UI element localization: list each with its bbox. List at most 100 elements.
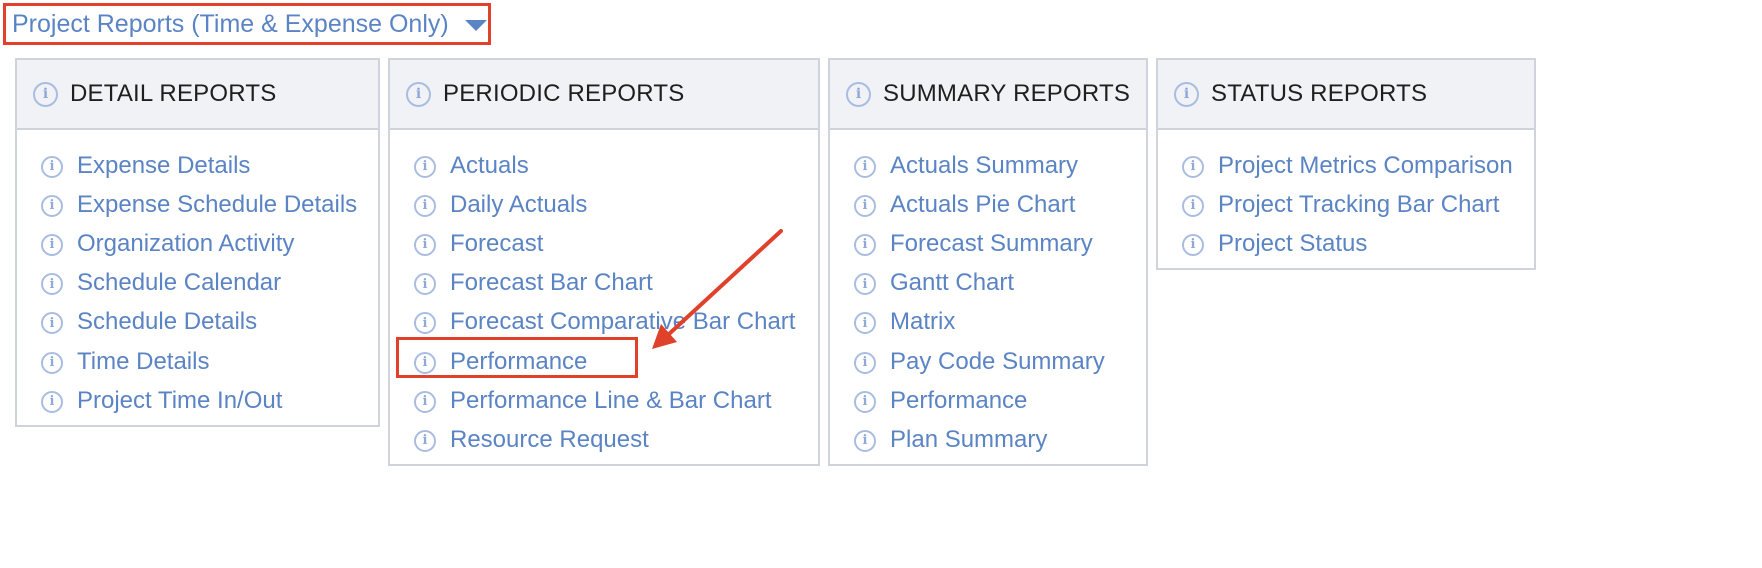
info-icon[interactable]: i bbox=[1182, 194, 1204, 217]
info-icon[interactable]: i bbox=[414, 351, 436, 374]
report-link[interactable]: Plan Summary bbox=[890, 426, 1047, 454]
report-item-actuals[interactable]: i Actuals bbox=[390, 146, 818, 185]
info-icon[interactable]: i bbox=[41, 390, 63, 413]
info-icon[interactable]: i bbox=[33, 81, 58, 107]
report-link[interactable]: Gantt Chart bbox=[890, 269, 1014, 297]
info-icon[interactable]: i bbox=[414, 233, 436, 256]
report-item-performance[interactable]: i Performance bbox=[390, 342, 818, 381]
info-icon[interactable]: i bbox=[854, 233, 876, 256]
report-item-expense-details[interactable]: i Expense Details bbox=[17, 146, 378, 185]
info-icon[interactable]: i bbox=[1174, 81, 1199, 107]
report-link[interactable]: Organization Activity bbox=[77, 230, 294, 258]
chevron-down-icon[interactable] bbox=[464, 20, 487, 31]
report-list: i Actuals i Daily Actuals i Forecast i Forec… bbox=[390, 130, 818, 460]
report-link[interactable]: Project Tracking Bar Chart bbox=[1218, 191, 1499, 219]
report-link[interactable]: Matrix bbox=[890, 308, 955, 336]
report-item-project-metrics-comparison[interactable]: i Project Metrics Comparison bbox=[1158, 146, 1534, 185]
report-item-project-status[interactable]: i Project Status bbox=[1158, 224, 1534, 263]
detail-reports-panel: i DETAIL REPORTS i Expense Details i Expen… bbox=[15, 58, 380, 427]
report-item-expense-schedule-details[interactable]: i Expense Schedule Details bbox=[17, 185, 378, 224]
summary-reports-panel: i SUMMARY REPORTS i Actuals Summary i Actu… bbox=[828, 58, 1148, 466]
report-link[interactable]: Performance bbox=[890, 387, 1027, 415]
report-item-organization-activity[interactable]: i Organization Activity bbox=[17, 224, 378, 263]
report-list: i Expense Details i Expense Schedule Detai… bbox=[17, 130, 378, 420]
report-link[interactable]: Forecast Bar Chart bbox=[450, 269, 653, 297]
report-link[interactable]: Actuals bbox=[450, 152, 529, 180]
info-icon[interactable]: i bbox=[854, 351, 876, 374]
report-link[interactable]: Expense Details bbox=[77, 152, 250, 180]
report-item-schedule-details[interactable]: i Schedule Details bbox=[17, 303, 378, 342]
report-item-schedule-calendar[interactable]: i Schedule Calendar bbox=[17, 264, 378, 303]
report-link[interactable]: Pay Code Summary bbox=[890, 348, 1105, 376]
report-item-gantt-chart[interactable]: i Gantt Chart bbox=[830, 264, 1146, 303]
info-icon[interactable]: i bbox=[1182, 155, 1204, 178]
report-link[interactable]: Forecast bbox=[450, 230, 543, 258]
info-icon[interactable]: i bbox=[854, 429, 876, 452]
report-link[interactable]: Project Metrics Comparison bbox=[1218, 152, 1513, 180]
info-icon[interactable]: i bbox=[854, 390, 876, 413]
report-item-resource-request[interactable]: i Resource Request bbox=[390, 420, 818, 459]
report-link[interactable]: Forecast Comparative Bar Chart bbox=[450, 308, 795, 336]
panel-header: i STATUS REPORTS bbox=[1158, 60, 1534, 130]
report-link[interactable]: Project Time In/Out bbox=[77, 387, 282, 415]
report-item-actuals-pie-chart[interactable]: i Actuals Pie Chart bbox=[830, 185, 1146, 224]
panel-header: i DETAIL REPORTS bbox=[17, 60, 378, 130]
report-link[interactable]: Schedule Details bbox=[77, 308, 257, 336]
info-icon[interactable]: i bbox=[41, 273, 63, 296]
report-item-project-time-in-out[interactable]: i Project Time In/Out bbox=[17, 381, 378, 420]
report-type-label: Project Reports (Time & Expense Only) bbox=[12, 9, 449, 38]
report-item-pay-code-summary[interactable]: i Pay Code Summary bbox=[830, 342, 1146, 381]
panel-title: PERIODIC REPORTS bbox=[443, 80, 685, 107]
panel-header: i SUMMARY REPORTS bbox=[830, 60, 1146, 130]
info-icon[interactable]: i bbox=[414, 273, 436, 296]
panel-title: DETAIL REPORTS bbox=[70, 80, 277, 107]
report-link[interactable]: Actuals Summary bbox=[890, 152, 1078, 180]
info-icon[interactable]: i bbox=[41, 312, 63, 335]
panel-title: STATUS REPORTS bbox=[1211, 80, 1428, 107]
report-item-project-tracking-bar-chart[interactable]: i Project Tracking Bar Chart bbox=[1158, 185, 1534, 224]
info-icon[interactable]: i bbox=[854, 155, 876, 178]
report-item-forecast-bar-chart[interactable]: i Forecast Bar Chart bbox=[390, 264, 818, 303]
report-item-forecast[interactable]: i Forecast bbox=[390, 224, 818, 263]
panel-header: i PERIODIC REPORTS bbox=[390, 60, 818, 130]
report-item-actuals-summary[interactable]: i Actuals Summary bbox=[830, 146, 1146, 185]
report-link[interactable]: Schedule Calendar bbox=[77, 269, 281, 297]
report-type-dropdown[interactable]: Project Reports (Time & Expense Only) bbox=[3, 3, 491, 45]
report-link[interactable]: Performance bbox=[450, 348, 587, 376]
report-link[interactable]: Performance Line & Bar Chart bbox=[450, 387, 771, 415]
info-icon[interactable]: i bbox=[854, 194, 876, 217]
info-icon[interactable]: i bbox=[414, 194, 436, 217]
info-icon[interactable]: i bbox=[414, 429, 436, 452]
report-link[interactable]: Resource Request bbox=[450, 426, 649, 454]
info-icon[interactable]: i bbox=[406, 81, 431, 107]
info-icon[interactable]: i bbox=[414, 390, 436, 413]
report-link[interactable]: Actuals Pie Chart bbox=[890, 191, 1075, 219]
report-item-matrix[interactable]: i Matrix bbox=[830, 303, 1146, 342]
info-icon[interactable]: i bbox=[414, 155, 436, 178]
report-link[interactable]: Forecast Summary bbox=[890, 230, 1093, 258]
report-list: i Project Metrics Comparison i Project Tra… bbox=[1158, 130, 1534, 264]
info-icon[interactable]: i bbox=[1182, 233, 1204, 256]
report-link[interactable]: Time Details bbox=[77, 348, 209, 376]
report-item-forecast-summary[interactable]: i Forecast Summary bbox=[830, 224, 1146, 263]
report-item-performance-summary[interactable]: i Performance bbox=[830, 381, 1146, 420]
info-icon[interactable]: i bbox=[854, 273, 876, 296]
panel-title: SUMMARY REPORTS bbox=[883, 80, 1131, 107]
report-item-performance-line-bar-chart[interactable]: i Performance Line & Bar Chart bbox=[390, 381, 818, 420]
report-item-plan-summary[interactable]: i Plan Summary bbox=[830, 420, 1146, 459]
report-link[interactable]: Expense Schedule Details bbox=[77, 191, 357, 219]
info-icon[interactable]: i bbox=[41, 194, 63, 217]
status-reports-panel: i STATUS REPORTS i Project Metrics Compar… bbox=[1156, 58, 1536, 270]
info-icon[interactable]: i bbox=[414, 312, 436, 335]
periodic-reports-panel: i PERIODIC REPORTS i Actuals i Daily Actua… bbox=[388, 58, 820, 466]
report-item-forecast-comparative-bar-chart[interactable]: i Forecast Comparative Bar Chart bbox=[390, 303, 818, 342]
report-item-daily-actuals[interactable]: i Daily Actuals bbox=[390, 185, 818, 224]
report-link[interactable]: Project Status bbox=[1218, 230, 1367, 258]
info-icon[interactable]: i bbox=[854, 312, 876, 335]
info-icon[interactable]: i bbox=[846, 81, 871, 107]
report-link[interactable]: Daily Actuals bbox=[450, 191, 587, 219]
info-icon[interactable]: i bbox=[41, 351, 63, 374]
report-item-time-details[interactable]: i Time Details bbox=[17, 342, 378, 381]
info-icon[interactable]: i bbox=[41, 155, 63, 178]
info-icon[interactable]: i bbox=[41, 233, 63, 256]
